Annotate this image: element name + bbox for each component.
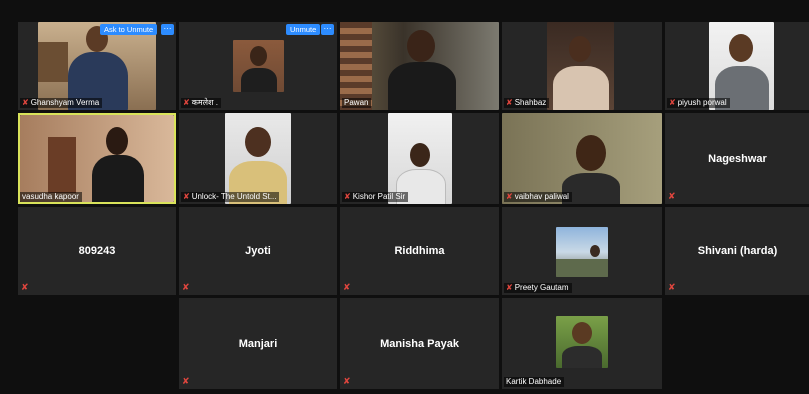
participant-name-tag: Pawan [342,98,372,108]
participant-name: Nageshwar [708,152,767,165]
participant-name-tag: ✘ Unlock- The Untold St... [181,192,280,202]
participant-name-tag: ✘ vaibhav paliwal [504,192,572,202]
participant-tile[interactable]: Kartik Dabhade [502,298,662,389]
unmute-button[interactable]: Unmute [286,24,321,35]
muted-mic-icon: ✘ [22,98,29,107]
empty-tile [665,298,809,389]
participant-tile[interactable]: Shivani (harda) ✘ [665,207,809,295]
participant-video [547,22,614,110]
participant-name: Manisha Payak [380,337,459,350]
muted-mic-icon: ✘ [21,282,29,292]
muted-mic-icon: ✘ [182,376,190,386]
participant-profile-picture [556,227,608,277]
participant-name-tag: ✘ कमलेश . [181,98,221,108]
participant-tile[interactable]: Pawan [340,22,499,110]
participant-tile[interactable]: Nageshwar ✘ [665,113,809,204]
muted-mic-icon: ✘ [343,282,351,292]
participant-name: Shivani (harda) [697,245,778,257]
participant-name: piyush porwal [677,98,727,107]
participant-tile[interactable]: ✘ Unlock- The Untold St... [179,113,337,204]
participant-name-tag: vasudha kapoor [20,192,82,202]
participant-profile-picture [556,316,608,368]
participant-tile[interactable]: 809243 ✘ [18,207,176,295]
participant-name: Ghanshyam Verma [30,98,100,107]
participant-name: Preety Gautam [514,283,569,292]
participant-name: Shahbaz [514,98,547,107]
participant-video [38,22,156,110]
participant-name: Jyoti [245,245,271,257]
participant-tile[interactable]: Ask to Unmute ··· ✘ Ghanshyam Verma [18,22,176,110]
participant-name: 809243 [78,245,116,257]
muted-mic-icon: ✘ [668,191,676,201]
gallery-grid: Ask to Unmute ··· ✘ Ghanshyam Verma Unmu… [18,22,809,390]
participant-name: Riddhima [394,245,445,257]
participant-tile[interactable]: ✘ Shahbaz [502,22,662,110]
participant-video [233,40,284,92]
participant-name: Unlock- The Untold St... [191,192,277,201]
muted-mic-icon: ✘ [668,282,676,292]
muted-mic-icon: ✘ [343,376,351,386]
participant-tile[interactable]: ✘ Kishor Patil Sir [340,113,499,204]
more-options-button[interactable]: ··· [161,24,174,35]
participant-tile[interactable]: Unmute ··· ✘ कमलेश . [179,22,337,110]
participant-tile[interactable]: Manisha Payak ✘ [340,298,499,389]
participant-tile[interactable]: Riddhima ✘ [340,207,499,295]
participant-video [709,22,774,110]
participant-name-tag: ✘ Kishor Patil Sir [342,192,409,202]
muted-mic-icon: ✘ [669,98,676,107]
muted-mic-icon: ✘ [183,98,190,107]
muted-mic-icon: ✘ [506,192,513,201]
muted-mic-icon: ✘ [506,283,513,292]
participant-video [340,22,499,110]
muted-mic-icon: ✘ [183,192,190,201]
muted-mic-icon: ✘ [506,98,513,107]
participant-tile[interactable]: ✘ Preety Gautam [502,207,662,295]
empty-tile [18,298,176,389]
ask-to-unmute-button[interactable]: Ask to Unmute [100,24,158,35]
participant-name-tag: ✘ piyush porwal [667,98,730,108]
participant-video [225,113,291,204]
participant-name-tag: ✘ Ghanshyam Verma [20,98,103,108]
participant-name: Manjari [238,337,278,350]
muted-mic-icon: ✘ [182,282,190,292]
participant-tile[interactable]: Manjari ✘ [179,298,337,389]
participant-video [502,113,662,204]
muted-mic-icon: ✘ [344,192,351,201]
participant-name: Pawan [344,98,369,107]
participant-tile[interactable]: ✘ vaibhav paliwal [502,113,662,204]
participant-tile-active-speaker[interactable]: vasudha kapoor [18,113,176,204]
participant-tile[interactable]: ✘ piyush porwal [665,22,809,110]
participant-name: Kishor Patil Sir [352,192,406,201]
participant-name-tag: Kartik Dabhade [504,377,565,387]
participant-name: Kartik Dabhade [506,377,562,386]
more-options-button[interactable]: ··· [321,24,334,35]
participant-video [388,113,452,204]
participant-name: vaibhav paliwal [514,192,569,201]
participant-name-tag: ✘ Shahbaz [504,98,550,108]
participant-video [20,115,174,202]
participant-name: vasudha kapoor [22,192,79,201]
participant-name: कमलेश . [191,98,218,107]
participant-name-tag: ✘ Preety Gautam [504,283,572,293]
participant-tile[interactable]: Jyoti ✘ [179,207,337,295]
